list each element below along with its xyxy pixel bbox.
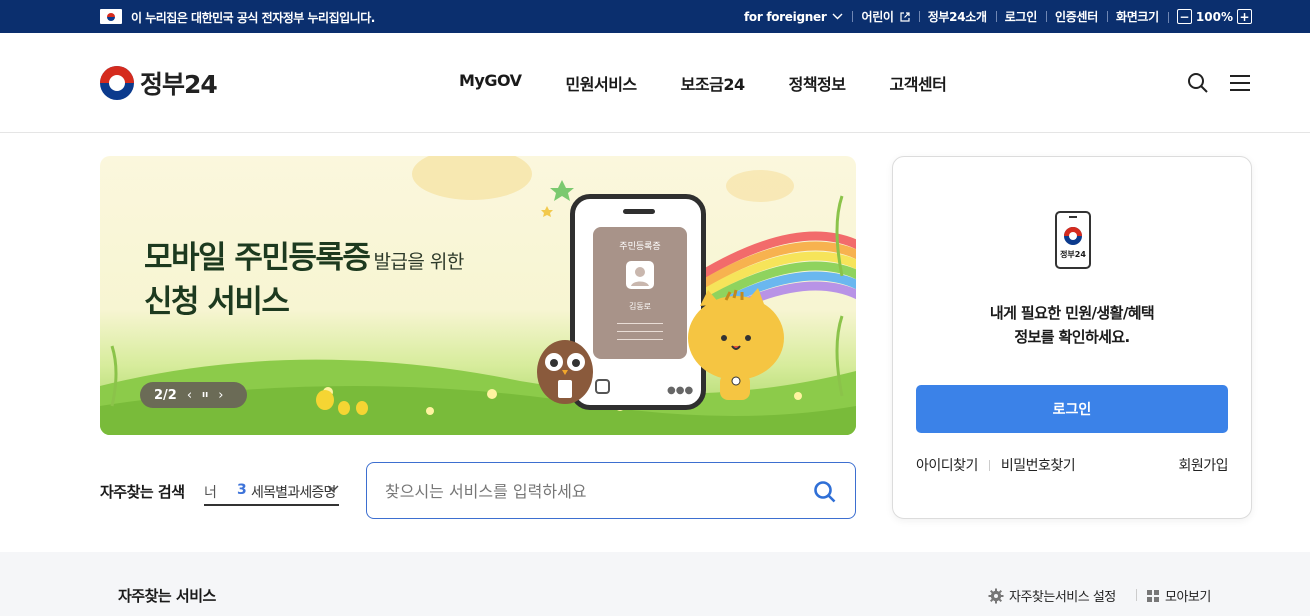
logo-text: 정부24 bbox=[140, 70, 218, 99]
find-id-link[interactable]: 아이디찾기 bbox=[916, 455, 978, 475]
main-navigation: MyGOV 민원서비스 보조금24 정책정보 고객센터 bbox=[437, 71, 968, 95]
cert-center-link[interactable]: 인증센터 bbox=[1045, 8, 1107, 25]
divider bbox=[988, 459, 990, 471]
id-card-line bbox=[617, 339, 663, 340]
id-card-line bbox=[617, 331, 663, 332]
utility-links: for foreigner 어린이 정부24소개 로그인 인증센터 화면크기 −… bbox=[735, 0, 1252, 33]
signup-link[interactable]: 회원가입 bbox=[1178, 455, 1228, 475]
top-utility-bar: 이 누리집은 대한민국 공식 전자정부 누리집입니다. for foreigne… bbox=[0, 0, 1310, 33]
view-all-label: 모아보기 bbox=[1165, 590, 1211, 605]
login-button[interactable]: 로그인 bbox=[916, 385, 1228, 433]
device-logo-text: 정부24 bbox=[1060, 250, 1086, 259]
search-icon[interactable] bbox=[813, 480, 837, 504]
chevron-down-icon[interactable] bbox=[327, 485, 339, 493]
settings-label: 자주찾는서비스 설정 bbox=[1009, 590, 1116, 605]
login-panel: 정부24 내게 필요한 민원/생활/혜택 정보를 확인하세요. 로그인 아이디찾… bbox=[892, 156, 1252, 519]
banner-next-button[interactable]: › bbox=[218, 388, 223, 403]
find-password-link[interactable]: 비밀번호찾기 bbox=[1001, 455, 1076, 475]
nav-item-civil-service[interactable]: 민원서비스 bbox=[544, 71, 659, 95]
id-card-line bbox=[617, 323, 663, 324]
frequent-services-section: 자주찾는 서비스 자주찾는서비스 설정 모아보기 bbox=[0, 552, 1310, 616]
service-search-box bbox=[366, 462, 856, 519]
kids-link[interactable]: 어린이 bbox=[852, 8, 918, 25]
about-link[interactable]: 정부24소개 bbox=[918, 8, 996, 25]
login-message-line1: 내게 필요한 민원/생활/혜택 bbox=[989, 304, 1155, 322]
account-links: 아이디찾기 비밀번호찾기 bbox=[916, 455, 1076, 475]
zoom-in-button[interactable]: + bbox=[1237, 9, 1252, 24]
banner-title-line2: 신청 서비스 bbox=[144, 284, 290, 320]
grid-icon bbox=[1147, 589, 1159, 602]
hamburger-menu-icon[interactable] bbox=[1230, 74, 1250, 92]
ranking-keyword[interactable]: 세목별과세증명 bbox=[251, 482, 336, 502]
zoom-out-button[interactable]: − bbox=[1176, 9, 1192, 24]
owl-character-illustration bbox=[537, 340, 593, 404]
phone-notch bbox=[623, 209, 655, 214]
korea-flag-icon bbox=[100, 9, 122, 24]
frequent-search-label: 자주찾는 검색 bbox=[100, 483, 185, 501]
external-link-icon bbox=[900, 11, 910, 22]
banner-title-sub: 발급을 위한 bbox=[373, 251, 464, 273]
service-search-input[interactable] bbox=[385, 479, 785, 503]
site-header: 정부24 MyGOV 민원서비스 보조금24 정책정보 고객센터 bbox=[0, 33, 1310, 133]
foreigner-label: for foreigner bbox=[743, 9, 827, 24]
person-icon bbox=[626, 261, 654, 289]
nav-item-customer-center[interactable]: 고객센터 bbox=[867, 71, 968, 95]
taegeuk-logo-icon bbox=[100, 66, 134, 100]
frequent-services-title: 자주찾는 서비스 bbox=[118, 587, 216, 605]
view-all-services[interactable]: 모아보기 bbox=[1147, 586, 1211, 605]
device-speaker bbox=[1069, 216, 1077, 218]
chevron-down-icon bbox=[832, 13, 843, 20]
main-banner[interactable]: 모바일 주민등록증 발급을 위한 신청 서비스 주민등록증 김동로 ●●● 2/… bbox=[100, 156, 856, 435]
banner-title-main: 모바일 주민등록증 bbox=[144, 240, 371, 276]
nav-item-policy[interactable]: 정책정보 bbox=[767, 71, 868, 95]
zoom-label: 화면크기 bbox=[1106, 8, 1168, 25]
banner-pager: 2/2 ‹ ıı › bbox=[140, 382, 247, 408]
zoom-controls: − 100% + bbox=[1167, 9, 1252, 24]
gear-icon bbox=[988, 588, 1004, 603]
nav-item-mygov[interactable]: MyGOV bbox=[437, 71, 544, 95]
search-icon[interactable] bbox=[1187, 72, 1209, 94]
login-message: 내게 필요한 민원/생활/혜택 정보를 확인하세요. bbox=[893, 301, 1251, 349]
banner-prev-button[interactable]: ‹ bbox=[187, 388, 192, 403]
banner-pause-button[interactable]: ıı bbox=[202, 390, 208, 400]
banner-page-indicator: 2/2 bbox=[154, 387, 177, 403]
top-login-link[interactable]: 로그인 bbox=[995, 8, 1046, 25]
mobile-device-icon: 정부24 bbox=[1055, 211, 1091, 269]
banner-title-line1: 모바일 주민등록증 발급을 위한 bbox=[144, 232, 464, 277]
search-ranking-rotator[interactable]: 너 3 세목별과세증명 bbox=[204, 474, 339, 506]
id-card-title: 주민등록증 bbox=[619, 242, 661, 252]
site-logo[interactable]: 정부24 bbox=[100, 65, 218, 101]
zoom-value: 100% bbox=[1195, 9, 1233, 24]
official-notice[interactable]: 이 누리집은 대한민국 공식 전자정부 누리집입니다. bbox=[131, 9, 375, 26]
kids-label: 어린이 bbox=[861, 10, 894, 24]
login-message-line2: 정보를 확인하세요. bbox=[1014, 328, 1130, 346]
ranking-previous-word: 너 bbox=[204, 485, 217, 501]
divider bbox=[1136, 589, 1137, 601]
frequent-services-settings[interactable]: 자주찾는서비스 설정 bbox=[988, 586, 1116, 605]
nav-item-subsidy[interactable]: 보조금24 bbox=[659, 71, 767, 95]
squirrel-character-illustration bbox=[688, 288, 784, 400]
ranking-number: 3 bbox=[237, 482, 247, 498]
taegeuk-logo-icon bbox=[1064, 227, 1082, 245]
foreigner-link[interactable]: for foreigner bbox=[735, 10, 853, 24]
